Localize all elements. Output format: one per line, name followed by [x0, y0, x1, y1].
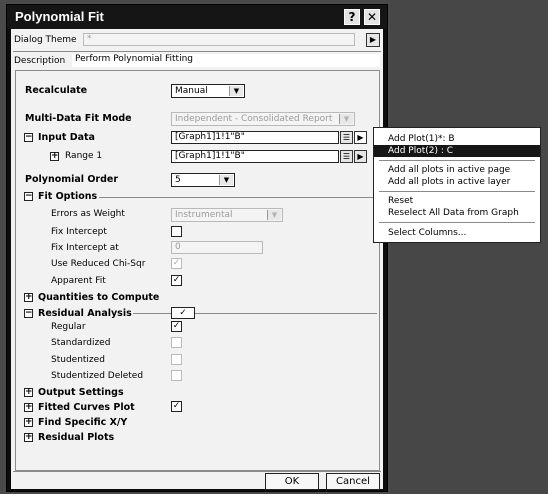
fit-mode-label: Multi-Data Fit Mode: [25, 113, 132, 124]
fix-intercept-label: Fix Intercept: [51, 227, 107, 237]
input-data-label: Input Data: [38, 132, 95, 143]
fitted-curves-label: Fitted Curves Plot: [38, 402, 135, 413]
menu-item-reset[interactable]: Reset: [374, 195, 540, 207]
studentized-deleted-checkbox[interactable]: [171, 370, 182, 381]
residual-plots-label: Residual Plots: [38, 432, 115, 443]
studentized-checkbox[interactable]: [171, 354, 182, 365]
menu-separator: [379, 160, 535, 161]
standardized-checkbox[interactable]: [171, 337, 182, 348]
studentized-deleted-label: Studentized Deleted: [51, 371, 144, 381]
apparent-fit-label: Apparent Fit: [51, 276, 106, 286]
studentized-label: Studentized: [51, 355, 105, 365]
theme-arrow-button[interactable]: ▶: [366, 33, 380, 47]
range-menu-button[interactable]: ▶: [354, 150, 367, 163]
range-label: Range 1: [65, 151, 103, 161]
recalculate-value: Manual: [175, 86, 208, 96]
separator: [99, 197, 377, 198]
chevron-down-icon: ▼: [339, 114, 353, 124]
regular-label: Regular: [51, 322, 86, 332]
recalculate-label: Recalculate: [25, 85, 88, 96]
chevron-down-icon: ▼: [229, 86, 243, 96]
input-data-menu-button[interactable]: ▶: [354, 131, 367, 144]
polynomial-fit-dialog: Polynomial Fit ? ✕ Dialog Theme * ▶ Desc…: [6, 4, 388, 492]
menu-item-add-all-page[interactable]: Add all plots in active page: [374, 164, 540, 176]
chevron-down-icon: ▼: [267, 210, 281, 220]
fit-mode-select: Independent - Consolidated Report ▼: [171, 112, 355, 126]
collapse-icon[interactable]: −: [24, 192, 33, 201]
polynomial-order-select[interactable]: 5 ▼: [171, 173, 235, 187]
fit-options-label: Fit Options: [38, 191, 98, 202]
chevron-down-icon: ▼: [219, 175, 233, 185]
expand-icon[interactable]: +: [24, 388, 33, 397]
menu-item-add-all-layer[interactable]: Add all plots in active layer: [374, 176, 540, 188]
titlebar: Polynomial Fit ? ✕: [7, 5, 387, 29]
menu-separator: [379, 191, 535, 192]
description-label: Description: [14, 56, 66, 66]
desktop-strip: [0, 494, 548, 498]
fitted-curves-checkbox[interactable]: ✓: [171, 401, 182, 412]
residual-analysis-toggle[interactable]: ✓: [171, 307, 195, 319]
errors-weight-label: Errors as Weight: [51, 209, 125, 219]
select-range-icon[interactable]: ☰: [340, 150, 353, 163]
menu-separator: [379, 222, 535, 223]
collapse-icon[interactable]: −: [24, 309, 33, 318]
range-field[interactable]: [Graph1]1!1"B": [171, 150, 339, 163]
ok-button[interactable]: OK: [265, 473, 319, 490]
close-button[interactable]: ✕: [364, 9, 380, 25]
dialog-client: Dialog Theme * ▶ Description Perform Pol…: [11, 29, 383, 490]
input-data-field[interactable]: [Graph1]1!1"B": [171, 131, 339, 144]
separator: [13, 471, 381, 472]
menu-item-reselect-all[interactable]: Reselect All Data from Graph: [374, 207, 540, 219]
description-value: Perform Polynomial Fitting: [72, 54, 380, 67]
menu-item-add-plot-1[interactable]: Add Plot(1)*: B: [374, 133, 540, 145]
apparent-fit-checkbox[interactable]: ✓: [171, 275, 182, 286]
expand-icon[interactable]: +: [24, 403, 33, 412]
expand-icon[interactable]: +: [24, 433, 33, 442]
help-button[interactable]: ?: [344, 9, 360, 25]
separator: [133, 313, 377, 314]
regular-checkbox[interactable]: ✓: [171, 321, 182, 332]
fit-mode-value: Independent - Consolidated Report: [175, 114, 333, 124]
add-data-context-menu: Add Plot(1)*: B Add Plot(2) : C Add all …: [373, 127, 541, 243]
fix-intercept-checkbox[interactable]: [171, 226, 182, 237]
fix-intercept-at-label: Fix Intercept at: [51, 243, 119, 253]
menu-item-add-plot-2[interactable]: Add Plot(2) : C: [374, 145, 540, 157]
standardized-label: Standardized: [51, 338, 111, 348]
reduced-chi-label: Use Reduced Chi-Sqr: [51, 259, 146, 269]
collapse-icon[interactable]: −: [24, 133, 33, 142]
theme-input[interactable]: *: [83, 33, 355, 46]
window-title: Polynomial Fit: [15, 9, 104, 24]
residual-analysis-label: Residual Analysis: [38, 308, 132, 319]
polynomial-order-value: 5: [175, 175, 181, 185]
quantities-label: Quantities to Compute: [38, 292, 160, 303]
recalculate-select[interactable]: Manual ▼: [171, 84, 245, 98]
errors-weight-select: Instrumental ▼: [171, 208, 283, 222]
output-settings-label: Output Settings: [38, 387, 124, 398]
errors-weight-value: Instrumental: [175, 210, 233, 220]
separator: [13, 51, 381, 52]
find-xy-label: Find Specific X/Y: [38, 417, 128, 428]
expand-icon[interactable]: +: [24, 293, 33, 302]
cancel-button[interactable]: Cancel: [326, 473, 380, 490]
select-data-icon[interactable]: ☰: [340, 131, 353, 144]
reduced-chi-checkbox: ✓: [171, 258, 182, 269]
menu-item-select-columns[interactable]: Select Columns...: [374, 227, 540, 239]
fix-intercept-at-field: 0: [171, 241, 263, 254]
expand-icon[interactable]: +: [50, 152, 59, 161]
polynomial-order-label: Polynomial Order: [25, 174, 119, 185]
desktop-backdrop-right: [390, 0, 548, 498]
theme-label: Dialog Theme: [14, 35, 77, 45]
expand-icon[interactable]: +: [24, 418, 33, 427]
